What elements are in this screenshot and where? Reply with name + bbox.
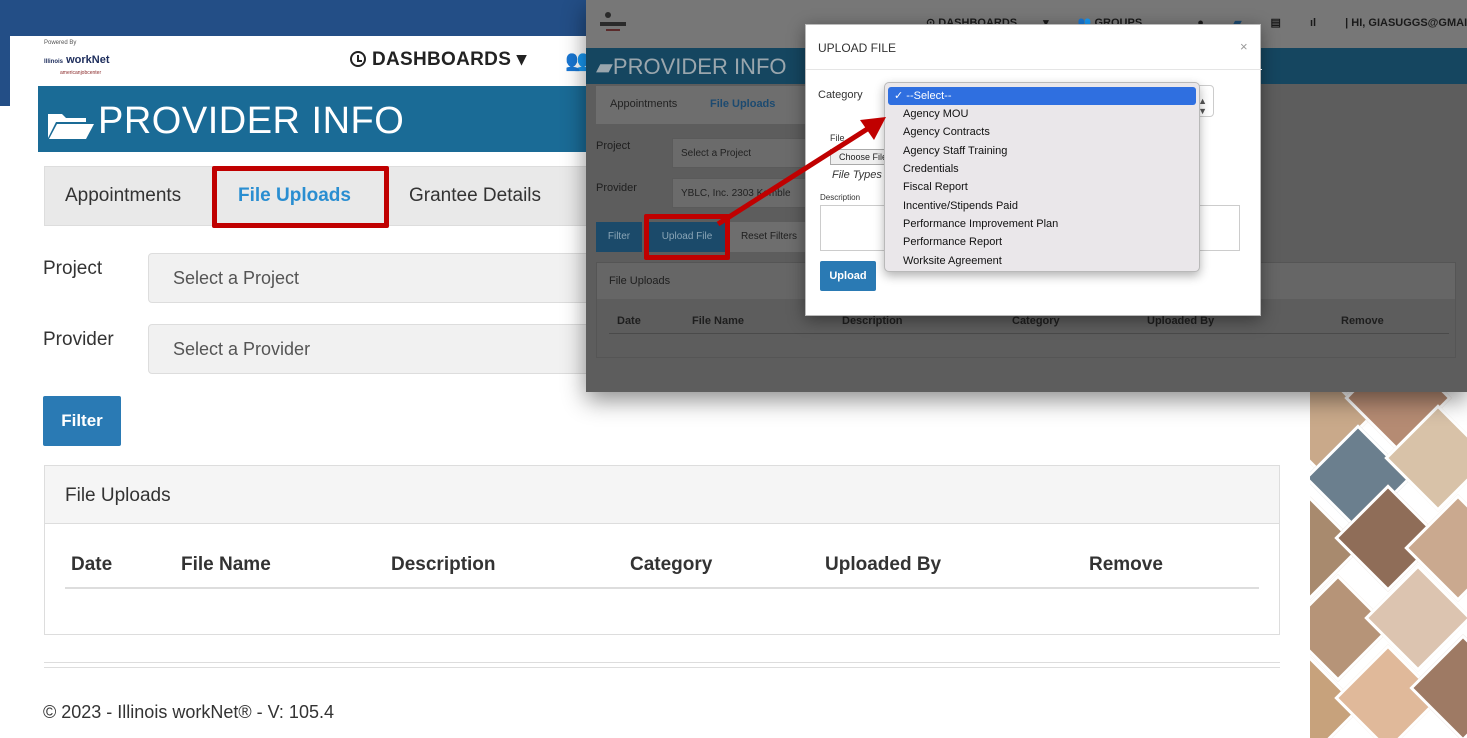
people-photo-collage [1310,390,1467,738]
header-divider [65,587,1259,589]
overlay-column-file-name[interactable]: File Name [692,315,744,327]
column-header-date[interactable]: Date [71,554,112,576]
panel-title: File Uploads [45,466,1279,524]
overlay-chart-icon[interactable]: ıl [1310,17,1316,29]
provider-select[interactable]: Select a Provider [148,324,608,374]
overlay-tab-file-uploads[interactable]: File Uploads [710,98,775,110]
dropdown-selected-label: --Select-- [906,90,952,102]
dropdown-option-selected[interactable]: ✓ --Select-- [888,87,1196,105]
overlay-logo[interactable] [596,6,630,38]
modal-title: UPLOAD FILE [818,41,897,55]
overlay-user-menu[interactable]: | HI, GIASUGGS@GMAIL.COM▾ [1345,17,1467,29]
logo-partner: americanjobcenter [60,70,102,76]
overlay-header-divider [609,333,1449,334]
overlay-project-select[interactable]: Select a Project [672,138,812,168]
footer-text: © 2023 - Illinois workNet® - V: 105.4 [43,702,334,722]
file-types-note: File Types [832,169,882,181]
dropdown-option[interactable]: Agency Staff Training [885,142,1201,160]
overlay-reset-filters-button[interactable]: Reset Filters [730,222,808,252]
overlay-doc-icon[interactable]: ▤ [1270,17,1280,29]
upload-button[interactable]: Upload [820,261,876,291]
column-header-uploaded-by[interactable]: Uploaded By [825,554,941,576]
project-label: Project [43,258,103,279]
dropdown-option[interactable]: Incentive/Stipends Paid [885,197,1201,215]
project-select[interactable]: Select a Project [148,253,608,303]
overlay-column-category[interactable]: Category [1012,315,1060,327]
clock-icon [350,51,366,67]
overlay-provider-select[interactable]: YBLC, Inc. 2303 Kemble [672,178,812,208]
column-header-description[interactable]: Description [391,554,496,576]
overlay-project-label: Project [596,140,631,152]
overlay-column-description[interactable]: Description [842,315,903,327]
column-header-remove[interactable]: Remove [1089,554,1163,576]
overlay-page-title-text: PROVIDER INFO [612,54,787,79]
tab-grantee-details[interactable]: Grantee Details [409,185,541,207]
description-label: Description [820,193,861,202]
footer-divider [44,662,1280,668]
dashboards-menu[interactable]: DASHBOARDS ▾ [350,48,527,71]
dropdown-option[interactable]: Agency Contracts [885,123,1201,141]
category-label: Category [818,89,863,101]
upload-file-highlight [644,214,730,260]
overlay-tab-bar: Appointments File Uploads [596,86,816,124]
category-dropdown-list: ✓ --Select-- Agency MOU Agency Contracts… [884,82,1200,272]
folder-icon [48,114,94,139]
file-uploads-panel: File Uploads Date File Name Description … [44,465,1280,635]
dropdown-option[interactable]: Fiscal Report [885,178,1201,196]
overlay-column-uploaded-by[interactable]: Uploaded By [1147,315,1214,327]
overlay-worknet-icon [600,12,626,31]
dropdown-option[interactable]: Agency MOU [885,105,1201,123]
overlay-user-label: HI, GIASUGGS@GMAIL.COM [1351,17,1467,29]
close-icon[interactable]: × [1240,39,1248,54]
dropdown-option[interactable]: Performance Improvement Plan [885,215,1201,233]
page-title: PROVIDER INFO [98,100,405,142]
dashboards-label: DASHBOARDS [372,49,512,70]
overlay-column-date[interactable]: Date [617,315,641,327]
filter-button[interactable]: Filter [43,396,121,446]
column-header-file-name[interactable]: File Name [181,554,271,576]
column-header-category[interactable]: Category [630,554,712,576]
file-label: File [830,133,845,143]
choose-file-button[interactable]: Choose File [830,149,890,165]
logo-brand: Illinois workNet [44,54,109,66]
overlay-column-remove[interactable]: Remove [1341,315,1384,327]
overlay-filter-button[interactable]: Filter [596,222,642,252]
overlay-tab-appointments[interactable]: Appointments [610,98,677,110]
overlay-provider-label: Provider [596,182,637,194]
dropdown-option[interactable]: Performance Report [885,233,1201,251]
dropdown-option[interactable]: Worksite Agreement [885,252,1201,270]
logo-brand-prefix: Illinois [44,59,64,65]
logo-brand-name: workNet [66,54,110,66]
dropdown-option[interactable]: Credentials [885,160,1201,178]
file-uploads-tab-highlight [212,166,389,228]
logo-powered-by: Powered By [44,40,77,46]
tab-appointments[interactable]: Appointments [65,185,181,207]
worknet-logo[interactable]: Powered By Illinois workNet americanjobc… [40,40,150,82]
modal-header-divider [806,69,1262,70]
provider-label: Provider [43,329,114,350]
overlay-page-title: ▰PROVIDER INFO [596,54,787,79]
